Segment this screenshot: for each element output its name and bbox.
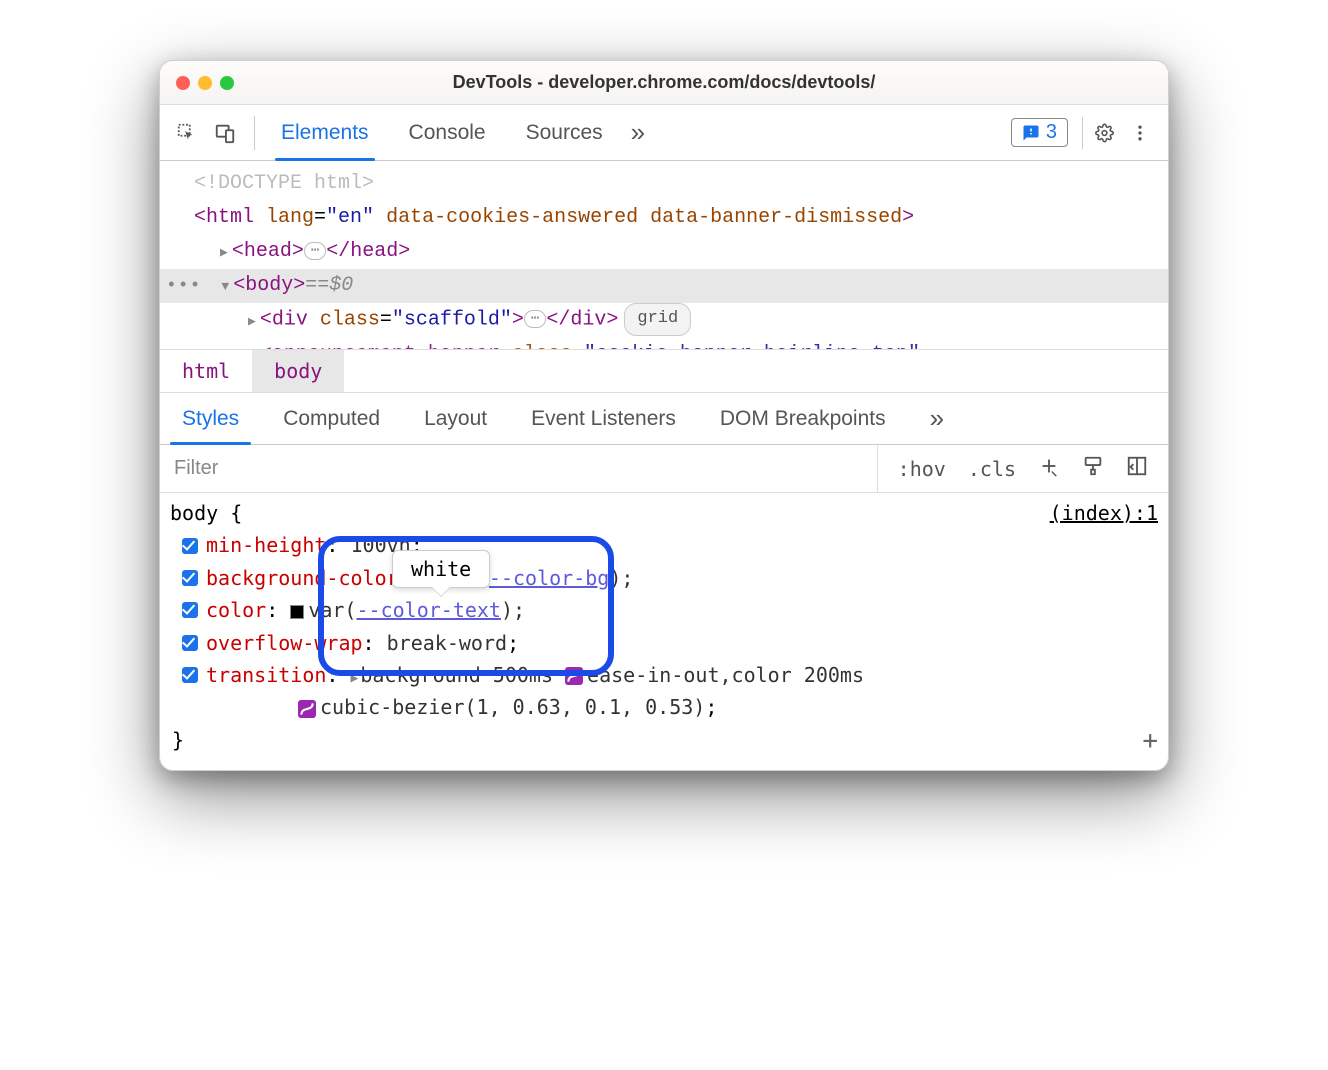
device-toggle-icon[interactable] (210, 118, 240, 148)
dom-tree[interactable]: <!DOCTYPE html> <html lang="en" data-coo… (160, 161, 1168, 349)
styles-filter-row: :hov .cls (160, 445, 1168, 493)
tab-styles[interactable]: Styles (160, 393, 261, 444)
main-toolbar: Elements Console Sources » 3 (160, 105, 1168, 161)
prop-checkbox[interactable] (182, 667, 198, 683)
prop-checkbox[interactable] (182, 538, 198, 554)
window-controls (176, 76, 234, 90)
selector-text[interactable]: body { (170, 497, 242, 529)
more-styles-tabs[interactable]: » (908, 393, 966, 444)
close-window-button[interactable] (176, 76, 190, 90)
minimize-window-button[interactable] (198, 76, 212, 90)
issues-badge[interactable]: 3 (1011, 118, 1068, 147)
doctype-node: <!DOCTYPE html> (194, 172, 374, 195)
grid-badge[interactable]: grid (624, 303, 691, 336)
rule-close-brace: } (170, 724, 1158, 756)
prop-color[interactable]: color: var(--color-text); (170, 594, 1158, 626)
more-menu-icon[interactable] (1124, 117, 1156, 149)
hov-toggle[interactable]: :hov (890, 457, 954, 481)
ellipsis-icon[interactable]: ⋯ (304, 242, 326, 260)
crumb-html[interactable]: html (160, 350, 252, 392)
new-rule-icon[interactable] (1030, 455, 1068, 482)
head-node[interactable]: <head>⋯</head> (160, 235, 1168, 269)
tab-event-listeners[interactable]: Event Listeners (509, 393, 698, 444)
html-node[interactable]: <html lang="en" data-cookies-answered da… (160, 201, 1168, 235)
ellipsis-icon[interactable]: ⋯ (524, 310, 546, 328)
collapse-icon[interactable] (221, 269, 229, 303)
expand-icon[interactable] (248, 338, 256, 349)
color-tooltip: white (392, 550, 490, 588)
body-node-selected[interactable]: ••• <body> == $0 (160, 269, 1168, 303)
tab-layout[interactable]: Layout (402, 393, 509, 444)
dom-breadcrumb: html body (160, 349, 1168, 393)
add-property-icon[interactable]: + (1142, 720, 1158, 762)
tab-elements[interactable]: Elements (261, 105, 389, 161)
color-swatch-icon[interactable] (290, 605, 304, 619)
prop-background-color[interactable]: background-color: var(--color-bg); (170, 562, 1158, 594)
styles-tabs: Styles Computed Layout Event Listeners D… (160, 393, 1168, 445)
zoom-window-button[interactable] (220, 76, 234, 90)
css-var-link[interactable]: --color-bg (489, 566, 609, 590)
tab-sources[interactable]: Sources (506, 105, 623, 161)
settings-icon[interactable] (1082, 117, 1114, 149)
panel-tabs: Elements Console Sources » (261, 105, 653, 161)
more-tabs-button[interactable]: » (623, 105, 653, 161)
expand-icon[interactable] (248, 304, 256, 338)
titlebar: DevTools - developer.chrome.com/docs/dev… (160, 61, 1168, 105)
prop-overflow-wrap[interactable]: overflow-wrap: break-word; (170, 627, 1158, 659)
expand-triangle-icon[interactable]: ▶ (351, 671, 359, 686)
prop-checkbox[interactable] (182, 570, 198, 586)
prop-min-height[interactable]: min-height: 100vh; (170, 529, 1158, 561)
expand-icon[interactable] (220, 235, 228, 269)
prop-checkbox[interactable] (182, 635, 198, 651)
filter-input[interactable] (160, 445, 877, 492)
banner-node[interactable]: <announcement-banner class="cookie-banne… (160, 338, 1168, 349)
paint-icon[interactable] (1074, 455, 1112, 482)
inspect-element-icon[interactable] (172, 118, 202, 148)
prop-transition-cont[interactable]: cubic-bezier(1, 0.63, 0.1, 0.53); (170, 691, 1158, 723)
styles-pane: body { (index):1 min-height: 100vh; back… (160, 493, 1168, 770)
devtools-window: DevTools - developer.chrome.com/docs/dev… (159, 60, 1169, 771)
issues-count: 3 (1046, 121, 1057, 144)
tab-computed[interactable]: Computed (261, 393, 402, 444)
bezier-swatch-icon[interactable] (565, 667, 583, 685)
div-node[interactable]: <div class="scaffold">⋯</div>grid (160, 303, 1168, 338)
source-link[interactable]: (index):1 (1050, 497, 1158, 529)
tab-console[interactable]: Console (389, 105, 506, 161)
bezier-swatch-icon[interactable] (298, 700, 316, 718)
more-dots-icon[interactable]: ••• (166, 271, 201, 302)
css-var-link[interactable]: --color-text (356, 598, 501, 622)
prop-checkbox[interactable] (182, 602, 198, 618)
computed-toggle-icon[interactable] (1118, 455, 1156, 482)
prop-transition[interactable]: transition: ▶background 500ms ease-in-ou… (170, 659, 1158, 691)
tab-dom-breakpoints[interactable]: DOM Breakpoints (698, 393, 908, 444)
crumb-body[interactable]: body (252, 350, 344, 392)
window-title: DevTools - developer.chrome.com/docs/dev… (160, 72, 1168, 93)
cls-toggle[interactable]: .cls (960, 457, 1024, 481)
